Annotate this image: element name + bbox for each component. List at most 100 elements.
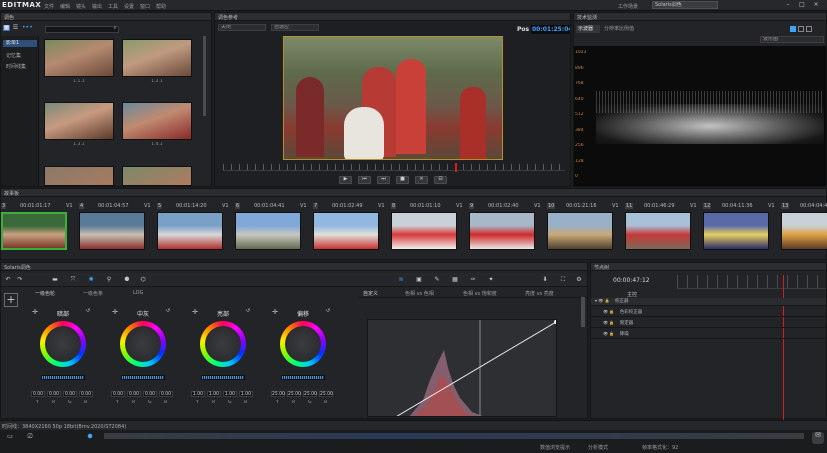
wheel-value[interactable]: 1.00: [207, 391, 221, 397]
media-scrollbar[interactable]: [203, 36, 206, 116]
crosshair-icon[interactable]: ✛: [31, 309, 39, 316]
menu-item[interactable]: 工具: [108, 3, 118, 10]
clip-thumbnail[interactable]: [235, 212, 301, 250]
undo-icon[interactable]: ↶: [5, 277, 11, 283]
media-thumb[interactable]: [44, 166, 114, 186]
menu-item[interactable]: 帮助: [156, 3, 166, 10]
color-wheel-icon[interactable]: ✺: [87, 277, 95, 283]
viewer-timeline-ruler[interactable]: [223, 164, 565, 171]
clip-thumbnail[interactable]: [313, 212, 379, 250]
scope-tab-waveform[interactable]: 示波器: [576, 25, 600, 33]
wheel-value[interactable]: 25.00: [303, 391, 317, 397]
node-ruler[interactable]: [677, 275, 826, 289]
timeline-track[interactable]: [104, 433, 804, 439]
film-icon[interactable]: ⎚: [26, 434, 34, 440]
search-icon[interactable]: ⌕: [112, 26, 118, 31]
settings-icon[interactable]: ⚙: [575, 277, 583, 283]
fullscreen-icon[interactable]: ⛶: [559, 277, 567, 283]
play-icon[interactable]: ▶: [339, 176, 352, 184]
transform-icon[interactable]: ⤧: [69, 277, 77, 283]
step-forward-icon[interactable]: ⏭: [377, 176, 390, 184]
view-mode-select[interactable]: 关闭: [218, 24, 266, 31]
clip-thumbnail[interactable]: [547, 212, 613, 250]
qualifier-icon[interactable]: ⚲: [105, 277, 113, 283]
clip-thumbnail[interactable]: [79, 212, 145, 250]
clip-thumbnail[interactable]: [781, 212, 827, 250]
wheel-value[interactable]: 0.00: [143, 391, 157, 397]
maximize-icon[interactable]: □: [798, 2, 806, 8]
curve-tab-luma-luma[interactable]: 亮度 vs 亮度: [525, 290, 554, 297]
curve-tab-hue-sat[interactable]: 色相 vs 饱和度: [463, 290, 497, 297]
tab-log[interactable]: LOG: [133, 290, 143, 296]
color-icon[interactable]: ⬢: [86, 434, 94, 440]
menu-item[interactable]: 设置: [124, 3, 134, 10]
media-thumb[interactable]: [44, 102, 114, 140]
wheel-dial[interactable]: [41, 375, 85, 380]
curve-tab-hue-hue[interactable]: 色相 vs 色相: [405, 290, 434, 297]
wheel-value[interactable]: 0.00: [63, 391, 77, 397]
media-thumb[interactable]: [122, 39, 192, 77]
curve-scrollbar[interactable]: [581, 297, 585, 327]
curve-tab-custom[interactable]: 自定义: [363, 290, 378, 297]
wheel-value[interactable]: 1.00: [191, 391, 205, 397]
color-wheel[interactable]: [280, 321, 326, 367]
stop-icon[interactable]: ■: [396, 176, 409, 184]
menu-item[interactable]: 文件: [44, 3, 54, 10]
crosshair-icon[interactable]: ✛: [271, 309, 279, 316]
wheel-dial[interactable]: [281, 375, 325, 380]
node-row[interactable]: 👁 🔒 色彩校正器: [591, 309, 826, 317]
grid-view-icon[interactable]: ▦: [3, 25, 10, 31]
wheel-value[interactable]: 0.00: [159, 391, 173, 397]
scope-tab-resolution[interactable]: 分辨率比例值: [602, 25, 662, 33]
crosshair-icon[interactable]: ✛: [111, 309, 119, 316]
layout-icon[interactable]: [806, 26, 812, 32]
video-frame[interactable]: [283, 36, 503, 160]
bin-item[interactable]: 记忆集: [3, 52, 21, 59]
viewer-playhead[interactable]: [455, 163, 457, 172]
layout-icon[interactable]: [798, 26, 804, 32]
node-row[interactable]: 👁 🔒 降噪: [591, 331, 826, 339]
close-icon[interactable]: ×: [812, 2, 820, 8]
visibility-icon[interactable]: 👁 🔒: [603, 309, 614, 314]
wheel-value[interactable]: 0.00: [79, 391, 93, 397]
search-input[interactable]: [45, 26, 119, 33]
step-back-icon[interactable]: ⏮: [358, 176, 371, 184]
wheel-value[interactable]: 25.00: [287, 391, 301, 397]
media-thumb[interactable]: [122, 166, 192, 186]
bin-item[interactable]: 影单1: [3, 40, 37, 47]
color-wheel[interactable]: [40, 321, 86, 367]
layout-icon[interactable]: [790, 26, 796, 32]
wheel-value[interactable]: 25.00: [271, 391, 285, 397]
list-view-icon[interactable]: ☰: [12, 25, 19, 31]
magic-icon[interactable]: ✦: [487, 277, 495, 283]
crosshair-icon[interactable]: ✛: [191, 309, 199, 316]
stack-icon[interactable]: ⌬: [139, 277, 147, 283]
reset-icon[interactable]: ↺: [245, 309, 251, 314]
wheel-dial[interactable]: [201, 375, 245, 380]
monitor-icon[interactable]: ▭: [6, 434, 14, 440]
eyedropper-icon[interactable]: ✑: [469, 277, 477, 283]
color-wheel[interactable]: [200, 321, 246, 367]
scope-mode-select[interactable]: 波形图: [760, 36, 824, 43]
node-row[interactable]: ▾ 👁 🔒 校正器: [591, 298, 826, 306]
blur-icon[interactable]: ⚈: [123, 277, 131, 283]
menu-item[interactable]: 编辑: [60, 3, 70, 10]
export-icon[interactable]: ⬇: [541, 277, 549, 283]
color-wheel[interactable]: [120, 321, 166, 367]
compare-icon[interactable]: ⊟: [434, 176, 447, 184]
chat-icon[interactable]: ✉: [812, 432, 824, 444]
reset-icon[interactable]: ↺: [165, 309, 171, 314]
clip-thumbnail[interactable]: [157, 212, 223, 250]
pen-icon[interactable]: ✎: [433, 277, 441, 283]
workspace-select[interactable]: Solaris调色: [652, 1, 718, 9]
camera-icon[interactable]: ▬: [51, 277, 59, 283]
clip-thumbnail[interactable]: [391, 212, 457, 250]
image-icon[interactable]: ▣: [415, 277, 423, 283]
media-thumb[interactable]: [44, 39, 114, 77]
clip-thumbnail[interactable]: [1, 212, 67, 250]
media-thumb[interactable]: [122, 102, 192, 140]
wheel-value[interactable]: 1.00: [223, 391, 237, 397]
fit-mode-select[interactable]: 自适应: [271, 24, 319, 31]
more-icon[interactable]: •••: [22, 25, 33, 31]
minimize-icon[interactable]: –: [784, 2, 792, 8]
